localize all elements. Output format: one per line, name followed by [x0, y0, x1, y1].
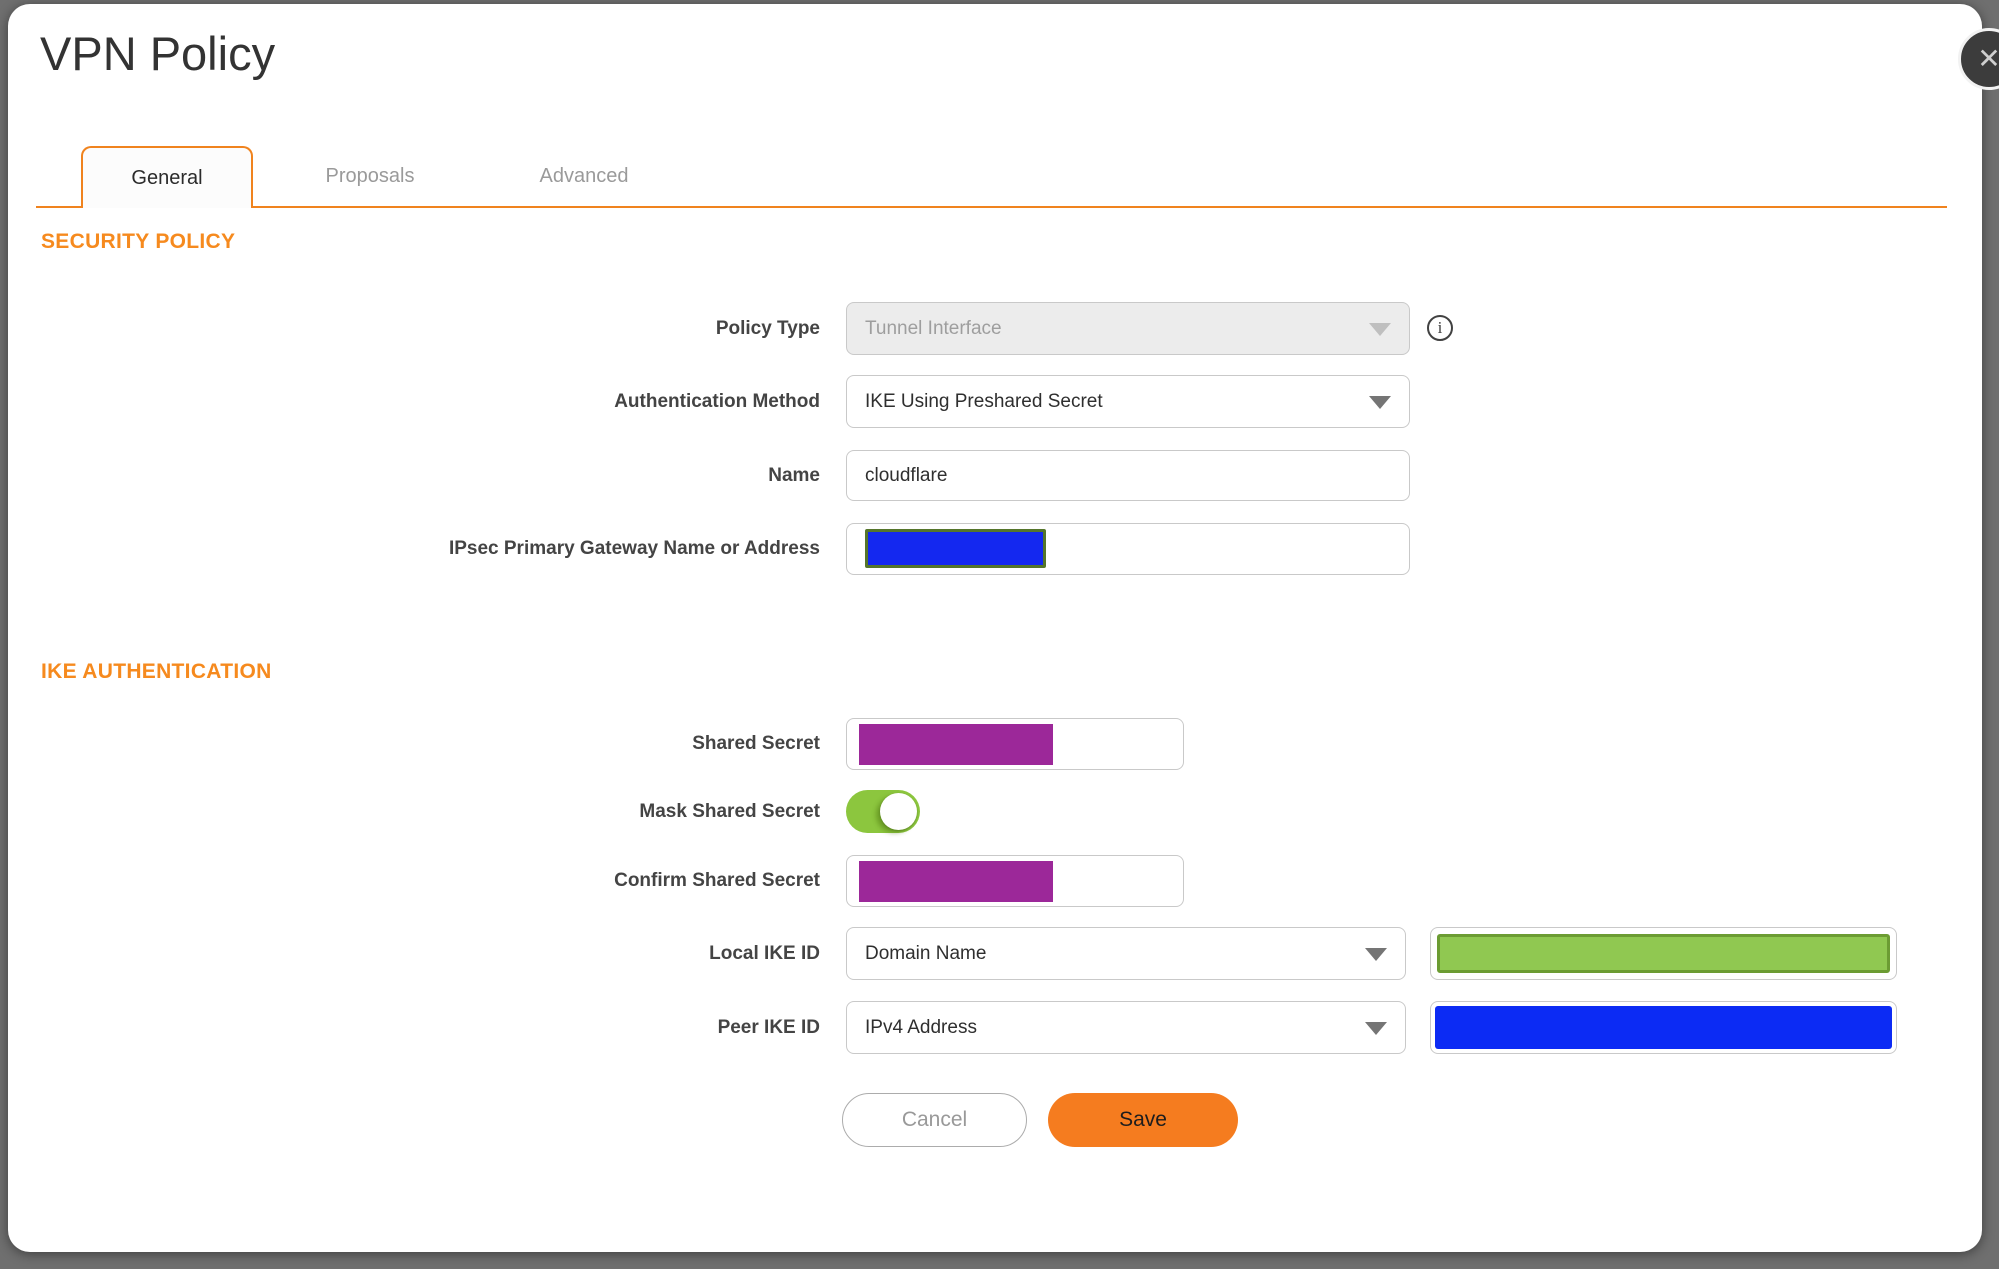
info-icon[interactable]: i	[1427, 315, 1453, 341]
chevron-down-icon	[1365, 1021, 1387, 1035]
page-backdrop: VPN Policy General Proposals Advanced SE…	[0, 0, 1999, 1269]
tab-general[interactable]: General	[81, 146, 253, 208]
chevron-down-icon	[1369, 395, 1391, 409]
policy-type-label: Policy Type	[715, 317, 820, 339]
local-ike-id-row: Local IKE ID Domain Name	[40, 927, 1406, 980]
peer-ike-id-dropdown[interactable]: IPv4 Address	[846, 1001, 1406, 1054]
local-ike-id-dropdown[interactable]: Domain Name	[846, 927, 1406, 980]
gateway-label: IPsec Primary Gateway Name or Address	[448, 538, 820, 559]
mask-shared-secret-label: Mask Shared Secret	[639, 800, 820, 822]
name-value: cloudflare	[865, 464, 948, 486]
local-ike-id-redaction	[1437, 934, 1890, 973]
confirm-shared-secret-redaction	[859, 861, 1053, 902]
tab-advanced[interactable]: Advanced	[509, 146, 659, 206]
peer-ike-id-row: Peer IKE ID IPv4 Address	[40, 1001, 1406, 1054]
auth-method-label: Authentication Method	[614, 390, 820, 412]
auth-method-dropdown[interactable]: IKE Using Preshared Secret	[846, 375, 1410, 428]
ike-authentication-heading: IKE AUTHENTICATION	[41, 660, 272, 683]
shared-secret-row: Shared Secret	[40, 718, 1184, 770]
toggle-knob	[880, 793, 917, 830]
chevron-down-icon	[1369, 322, 1391, 336]
local-ike-id-label: Local IKE ID	[709, 942, 820, 964]
tab-advanced-label: Advanced	[539, 164, 629, 187]
peer-ike-id-type: IPv4 Address	[865, 1016, 977, 1038]
cancel-button[interactable]: Cancel	[842, 1093, 1027, 1147]
tab-proposals-label: Proposals	[325, 164, 415, 187]
gateway-redaction	[865, 529, 1046, 568]
close-icon: ✕	[1977, 43, 1999, 74]
name-label: Name	[768, 464, 820, 486]
mask-shared-secret-toggle[interactable]	[846, 790, 920, 833]
vpn-policy-dialog: VPN Policy General Proposals Advanced SE…	[8, 4, 1982, 1252]
tab-proposals[interactable]: Proposals	[295, 146, 445, 206]
shared-secret-input[interactable]	[846, 718, 1184, 770]
local-ike-id-value-input[interactable]	[1430, 927, 1897, 980]
peer-ike-id-value-input[interactable]	[1430, 1001, 1897, 1054]
auth-method-row: Authentication Method IKE Using Preshare…	[40, 375, 1410, 428]
chevron-down-icon	[1365, 947, 1387, 961]
shared-secret-label: Shared Secret	[692, 733, 820, 754]
mask-shared-secret-row: Mask Shared Secret	[40, 790, 920, 833]
policy-type-value: Tunnel Interface	[865, 317, 1002, 339]
local-ike-id-type: Domain Name	[865, 942, 987, 964]
shared-secret-redaction	[859, 724, 1053, 765]
gateway-input[interactable]	[846, 523, 1410, 575]
confirm-shared-secret-row: Confirm Shared Secret	[40, 855, 1184, 907]
security-policy-heading: SECURITY POLICY	[41, 230, 236, 253]
name-input[interactable]: cloudflare	[846, 450, 1410, 501]
gateway-row: IPsec Primary Gateway Name or Address	[40, 523, 1410, 575]
auth-method-value: IKE Using Preshared Secret	[865, 390, 1103, 412]
confirm-shared-secret-label: Confirm Shared Secret	[614, 870, 820, 891]
confirm-shared-secret-input[interactable]	[846, 855, 1184, 907]
peer-ike-id-redaction	[1435, 1006, 1892, 1049]
policy-type-dropdown: Tunnel Interface	[846, 302, 1410, 355]
tab-general-label: General	[131, 166, 203, 189]
page-title: VPN Policy	[40, 27, 276, 80]
tab-underline	[36, 206, 1947, 208]
peer-ike-id-label: Peer IKE ID	[717, 1016, 820, 1038]
save-button[interactable]: Save	[1048, 1093, 1238, 1147]
policy-type-row: Policy Type Tunnel Interface	[40, 302, 1410, 355]
name-row: Name cloudflare	[40, 450, 1410, 501]
